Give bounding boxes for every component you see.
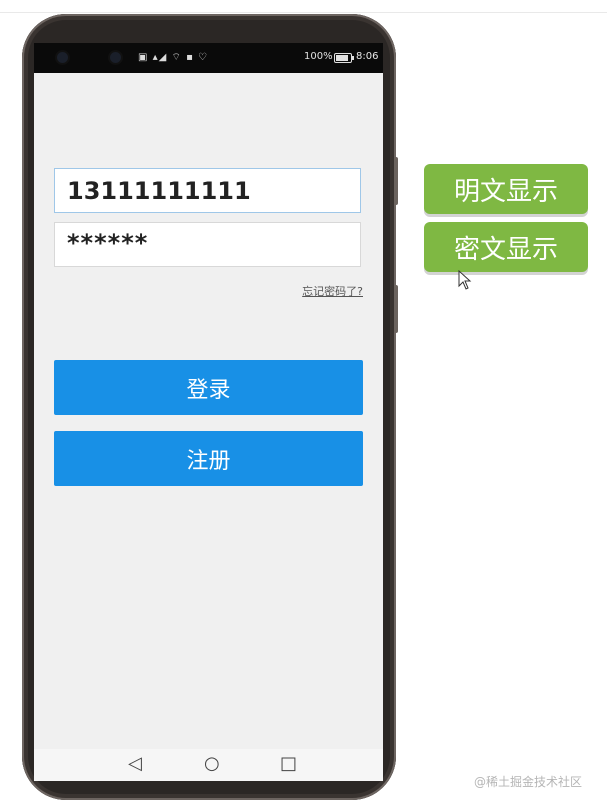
phone-input-value: 13111111111 (67, 176, 251, 205)
register-button[interactable]: 注册 (54, 431, 363, 486)
status-time: 8:06 (356, 51, 379, 62)
battery-percent: 100% (304, 51, 333, 62)
login-button[interactable]: 登录 (54, 360, 363, 415)
password-input[interactable]: ****** (54, 222, 361, 267)
front-camera-secondary-icon (110, 52, 121, 63)
top-divider (0, 12, 607, 13)
status-icons: ▣ ▴◢ ⌔ ▪ ♡ (138, 52, 209, 63)
volume-button (394, 157, 398, 205)
show-ciphertext-button[interactable]: 密文显示 (424, 222, 588, 272)
status-bar: ▣ ▴◢ ⌔ ▪ ♡ 100% 8:06 (34, 43, 383, 73)
watermark: @稀土掘金技术社区 (474, 775, 583, 789)
password-input-value: ****** (67, 229, 149, 257)
navigation-bar: ◁ ○ □ (34, 749, 383, 781)
phone-screen: ▣ ▴◢ ⌔ ▪ ♡ 100% 8:06 13111111111 ****** … (34, 43, 383, 781)
power-button (394, 285, 398, 333)
forgot-password-link[interactable]: 忘记密码了? (302, 283, 363, 299)
show-plaintext-button[interactable]: 明文显示 (424, 164, 588, 214)
mouse-cursor-icon (458, 270, 472, 290)
back-icon[interactable]: ◁ (128, 755, 142, 773)
battery-icon (334, 53, 354, 63)
phone-input[interactable]: 13111111111 (54, 168, 361, 213)
front-camera-icon (57, 52, 68, 63)
recents-icon[interactable]: □ (280, 755, 297, 773)
home-icon[interactable]: ○ (204, 755, 220, 773)
